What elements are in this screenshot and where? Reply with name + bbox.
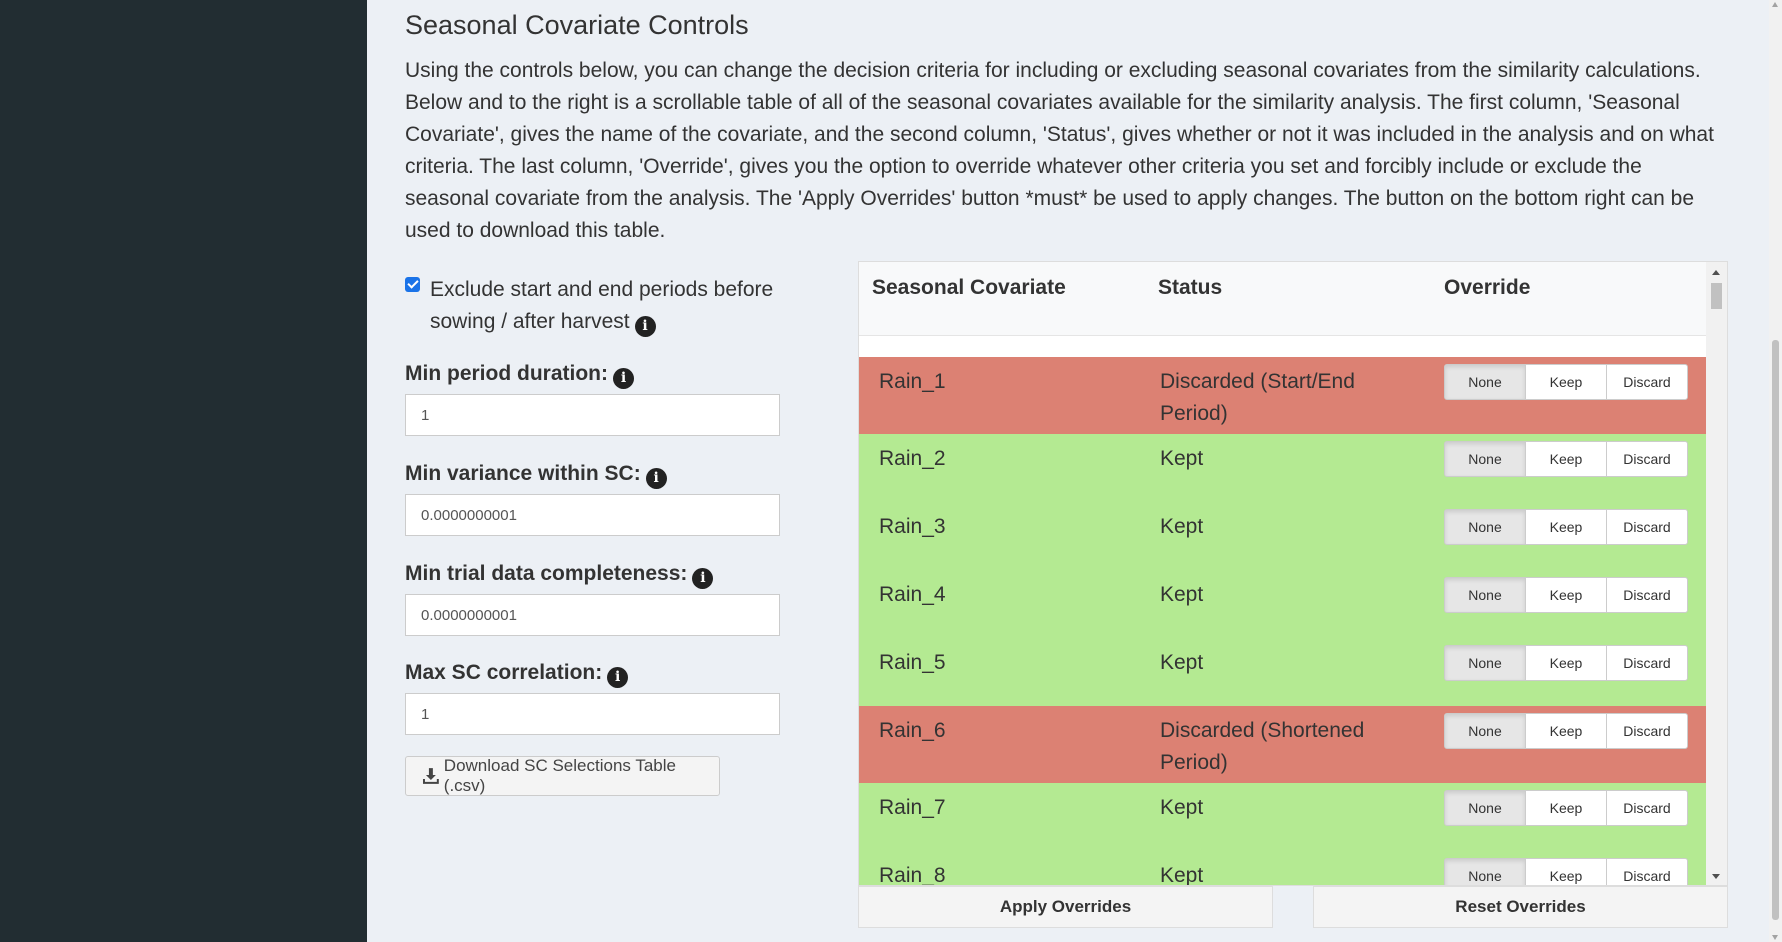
download-button-label: Download SC Selections Table (.csv) [443,756,676,795]
header-override[interactable]: Override [1444,276,1530,300]
covariate-status: Discarded (Shortened Period) [1160,719,1365,774]
covariate-status: Kept [1160,515,1204,538]
covariate-name: Rain_3 [879,515,946,538]
override-discard-button[interactable]: Discard [1606,713,1688,749]
table-scroll-thumb[interactable] [1711,283,1722,309]
info-icon[interactable]: i [692,568,714,589]
table-row: Rain_4 Kept None Keep Discard [859,570,1707,638]
max-correlation-field: Max SC correlation: i [405,661,780,735]
covariate-name: Rain_7 [879,796,946,819]
sc-selections-table[interactable]: Seasonal Covariate Status Override Rain_… [858,261,1728,886]
covariate-name: Rain_8 [879,864,946,886]
override-none-button[interactable]: None [1444,858,1526,885]
download-table-button[interactable]: Download SC Selections Table (.csv) [405,756,720,796]
override-toggle-group: None Keep Discard [1444,364,1688,400]
page-scrollbar[interactable] [1769,0,1782,942]
page-scroll-down-icon[interactable] [1772,935,1778,940]
min-period-input[interactable] [405,394,780,436]
header-covariate[interactable]: Seasonal Covariate [872,276,1066,300]
override-keep-button[interactable]: Keep [1525,364,1607,400]
override-keep-button[interactable]: Keep [1525,858,1607,885]
override-discard-button[interactable]: Discard [1606,364,1688,400]
download-icon [422,768,439,784]
override-none-button[interactable]: None [1444,509,1526,545]
info-icon[interactable]: i [645,468,667,489]
override-discard-button[interactable]: Discard [1606,509,1688,545]
min-variance-field: Min variance within SC: i [405,462,780,536]
exclude-periods-checkbox[interactable] [405,277,420,292]
page-scroll-thumb[interactable] [1772,340,1779,920]
covariate-status: Kept [1160,447,1204,470]
min-variance-input[interactable] [405,494,780,536]
override-none-button[interactable]: None [1444,790,1526,826]
covariate-name: Rain_2 [879,447,946,470]
covariate-status: Kept [1160,796,1204,819]
override-keep-button[interactable]: Keep [1525,713,1607,749]
header-status[interactable]: Status [1158,276,1222,300]
override-toggle-group: None Keep Discard [1444,509,1688,545]
table-header: Seasonal Covariate Status Override [859,262,1707,336]
covariate-name: Rain_4 [879,583,946,606]
override-keep-button[interactable]: Keep [1525,509,1607,545]
max-correlation-input[interactable] [405,693,780,735]
covariate-status: Kept [1160,651,1204,674]
override-keep-button[interactable]: Keep [1525,441,1607,477]
covariate-name: Rain_6 [879,719,946,742]
table-body: Rain_1 Discarded (Start/End Period) None Ke… [859,357,1707,886]
sidebar [0,0,367,942]
info-icon[interactable]: i [607,667,629,688]
override-toggle-group: None Keep Discard [1444,441,1688,477]
covariate-status: Kept [1160,864,1204,886]
override-toggle-group: None Keep Discard [1444,858,1688,885]
table-row: Rain_7 Kept None Keep Discard [859,783,1707,851]
override-discard-button[interactable]: Discard [1606,858,1688,885]
table-row: Rain_1 Discarded (Start/End Period) None Ke… [859,357,1707,434]
covariate-name: Rain_1 [879,370,946,393]
scroll-down-icon[interactable] [1712,874,1720,879]
override-toggle-group: None Keep Discard [1444,577,1688,613]
override-none-button[interactable]: None [1444,577,1526,613]
override-none-button[interactable]: None [1444,441,1526,477]
min-completeness-label: Min trial data completeness: i [405,562,780,589]
override-toggle-group: None Keep Discard [1444,645,1688,681]
exclude-periods-label[interactable]: Exclude start and end periods before sow… [430,274,790,338]
covariate-name: Rain_5 [879,651,946,674]
min-variance-label: Min variance within SC: i [405,462,780,489]
reset-overrides-button[interactable]: Reset Overrides [1313,886,1728,928]
info-icon[interactable]: i [612,368,634,389]
min-completeness-input[interactable] [405,594,780,636]
table-row: Rain_3 Kept None Keep Discard [859,502,1707,570]
section-title: Seasonal Covariate Controls [405,10,749,40]
min-period-field: Min period duration: i [405,362,780,436]
info-icon[interactable]: i [634,316,656,337]
override-toggle-group: None Keep Discard [1444,713,1688,749]
table-row: Rain_8 Kept None Keep Discard [859,851,1707,886]
scroll-up-icon[interactable] [1712,270,1720,275]
override-discard-button[interactable]: Discard [1606,645,1688,681]
section-description: Using the controls below, you can change… [405,59,1714,242]
min-period-label: Min period duration: i [405,362,780,389]
override-none-button[interactable]: None [1444,364,1526,400]
page-scroll-up-icon[interactable] [1772,2,1778,7]
override-keep-button[interactable]: Keep [1525,577,1607,613]
table-row: Rain_6 Discarded (Shortened Period) None Ke… [859,706,1707,783]
table-scrollbar[interactable] [1706,262,1727,885]
apply-overrides-button[interactable]: Apply Overrides [858,886,1273,928]
covariate-status: Discarded (Start/End Period) [1160,370,1355,425]
table-row: Rain_5 Kept None Keep Discard [859,638,1707,706]
override-toggle-group: None Keep Discard [1444,790,1688,826]
table-row: Rain_2 Kept None Keep Discard [859,434,1707,502]
override-discard-button[interactable]: Discard [1606,790,1688,826]
override-none-button[interactable]: None [1444,713,1526,749]
min-completeness-field: Min trial data completeness: i [405,562,780,636]
covariate-status: Kept [1160,583,1204,606]
override-discard-button[interactable]: Discard [1606,441,1688,477]
override-discard-button[interactable]: Discard [1606,577,1688,613]
override-keep-button[interactable]: Keep [1525,645,1607,681]
override-none-button[interactable]: None [1444,645,1526,681]
max-correlation-label: Max SC correlation: i [405,661,780,688]
override-keep-button[interactable]: Keep [1525,790,1607,826]
